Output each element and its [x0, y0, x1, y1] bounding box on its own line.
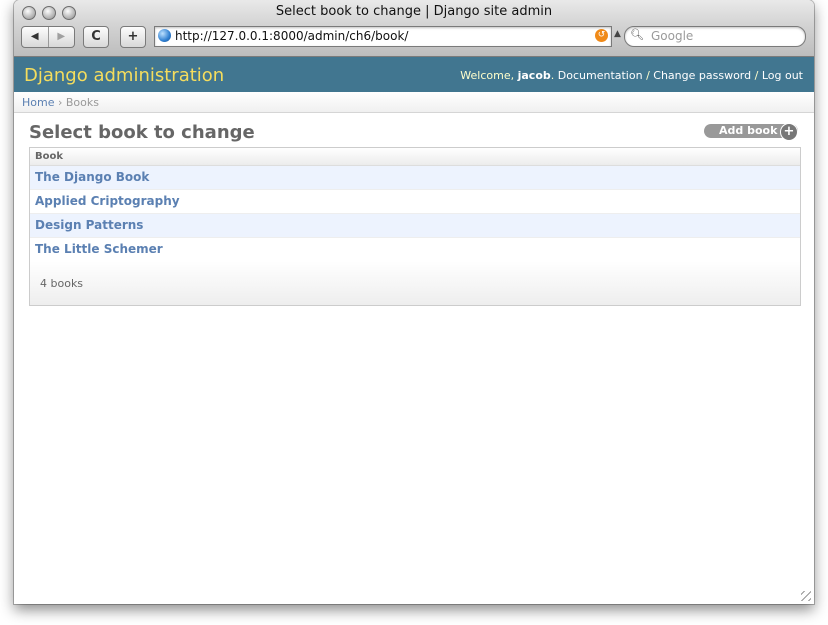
column-header-book[interactable]: Book — [30, 148, 800, 166]
table-row: The Little Schemer — [30, 238, 800, 262]
column-header-label: Book — [35, 151, 64, 162]
change-password-link[interactable]: Change password — [653, 69, 751, 82]
back-button[interactable]: ◀ — [22, 27, 49, 47]
add-book-label: Add book — [719, 124, 778, 137]
breadcrumb-current: Books — [65, 96, 99, 109]
resize-handle-icon[interactable] — [801, 591, 811, 601]
reload-button[interactable]: C — [83, 26, 109, 48]
user-tools: Welcome, jacob. Documentation / Change p… — [460, 69, 803, 82]
admin-header: Django administration Welcome, jacob. Do… — [14, 57, 814, 92]
book-link[interactable]: The Little Schemer — [30, 238, 800, 256]
breadcrumb-separator: › — [54, 96, 66, 109]
globe-icon — [158, 29, 171, 42]
search-field[interactable]: 🔍︎ Google — [624, 26, 806, 47]
breadcrumb-home-link[interactable]: Home — [22, 96, 54, 109]
url-text: http://127.0.0.1:8000/admin/ch6/book/ — [175, 29, 409, 43]
breadcrumb-text: Home › Books — [22, 96, 99, 109]
chevron-up-icon[interactable]: ▲ — [614, 29, 621, 39]
result-count: 4 books — [40, 277, 84, 290]
back-forward-buttons: ◀ ▶ — [21, 26, 75, 48]
username: jacob — [517, 69, 551, 82]
search-icon: 🔍︎ — [630, 28, 644, 41]
snapback-icon[interactable]: ↺ — [595, 29, 608, 42]
table-row: Applied Criptography — [30, 190, 800, 214]
address-bar[interactable]: http://127.0.0.1:8000/admin/ch6/book/ ↺ — [154, 26, 612, 47]
search-placeholder: Google — [651, 29, 694, 43]
paginator: 4 books — [30, 261, 800, 305]
browser-toolbar: Select book to change | Django site admi… — [14, 0, 814, 57]
separator: / — [751, 69, 762, 82]
add-icon: + — [780, 123, 798, 141]
window-title: Select book to change | Django site admi… — [275, 4, 553, 19]
new-tab-button[interactable]: + — [120, 26, 146, 48]
site-name[interactable]: Django administration — [24, 65, 224, 86]
breadcrumb: Home › Books — [14, 92, 814, 113]
table-row: Design Patterns — [30, 214, 800, 238]
forward-button[interactable]: ▶ — [49, 27, 75, 47]
add-book-button[interactable]: Add book + — [704, 123, 798, 141]
documentation-link[interactable]: Documentation — [558, 69, 643, 82]
book-link[interactable]: Design Patterns — [30, 214, 800, 232]
table-row: The Django Book — [30, 166, 800, 190]
welcome-text: Welcome, — [460, 69, 518, 82]
logout-link[interactable]: Log out — [762, 69, 803, 82]
separator: / — [642, 69, 654, 82]
results-table: Book The Django Book Applied Criptograph… — [29, 147, 801, 306]
book-link[interactable]: The Django Book — [30, 166, 800, 184]
browser-window: Select book to change | Django site admi… — [14, 0, 814, 604]
book-link[interactable]: Applied Criptography — [30, 190, 800, 208]
page-title: Select book to change — [29, 122, 255, 143]
